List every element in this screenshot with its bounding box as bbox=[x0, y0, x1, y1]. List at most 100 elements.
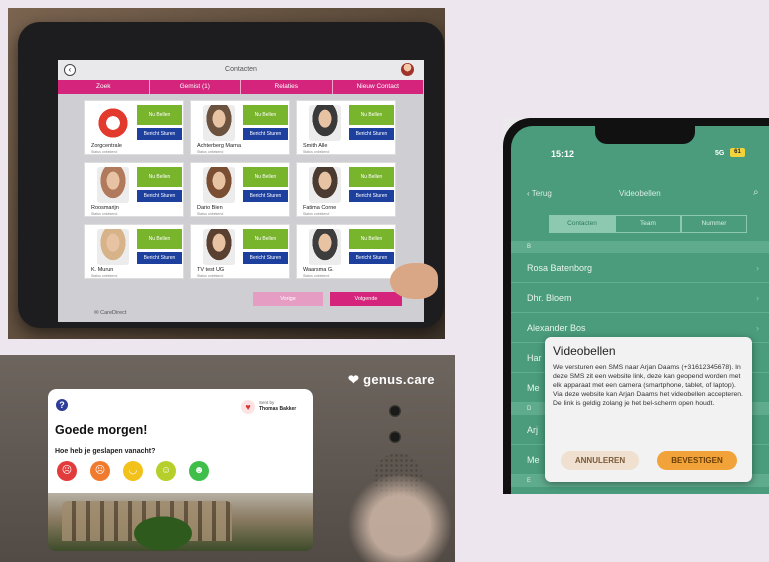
contact-grid: Zorgcentrale Status onbekend Nu Bellen Beri… bbox=[84, 100, 404, 286]
contact-card[interactable]: Achterberg Marna Status onbekend Nu Bellen… bbox=[190, 100, 290, 155]
contact-row[interactable]: Dhr. Bloem › bbox=[511, 283, 769, 313]
sleep-question: Hoe heb je geslapen vanacht? bbox=[55, 448, 156, 455]
send-message-button[interactable]: Bericht Sturen bbox=[349, 128, 394, 140]
neutral-face-icon[interactable]: ◡ bbox=[123, 461, 143, 481]
greeting-card: ? ♥ Sent by Thomas Bakker Goede morgen! … bbox=[48, 389, 313, 493]
send-message-button[interactable]: Bericht Sturen bbox=[243, 252, 288, 264]
caredirect-logo: ✉ CareDirect bbox=[94, 310, 127, 316]
contact-row[interactable]: Rosa Batenborg › bbox=[511, 253, 769, 283]
dialog-title: Videobellen bbox=[553, 344, 616, 358]
send-message-button[interactable]: Bericht Sturen bbox=[137, 190, 182, 202]
contact-photo bbox=[309, 167, 341, 203]
nav-title: Videobellen bbox=[619, 189, 661, 198]
contact-name: Me bbox=[527, 383, 540, 393]
contact-name: Rosa Batenborg bbox=[527, 263, 593, 273]
tab-nieuw-contact[interactable]: Nieuw Contact bbox=[333, 80, 424, 94]
chevron-right-icon: › bbox=[756, 323, 759, 333]
very-sad-face-icon[interactable]: ☹ bbox=[57, 461, 77, 481]
contact-photo bbox=[97, 229, 129, 265]
call-now-button[interactable]: Nu Bellen bbox=[349, 105, 394, 125]
contact-name: Zorgcentrale bbox=[91, 143, 122, 149]
call-now-button[interactable]: Nu Bellen bbox=[349, 167, 394, 187]
contact-name: K. Murun bbox=[91, 267, 114, 273]
palm-image bbox=[118, 507, 208, 551]
contact-name: Achterberg Marna bbox=[197, 143, 242, 149]
send-message-button[interactable]: Bericht Sturen bbox=[349, 252, 394, 264]
contact-name: TV test UG bbox=[197, 267, 225, 273]
call-now-button[interactable]: Nu Bellen bbox=[349, 229, 394, 249]
send-message-button[interactable]: Bericht Sturen bbox=[243, 128, 288, 140]
contact-status: Status onbekend bbox=[91, 150, 118, 154]
back-button[interactable]: ‹ Terug bbox=[527, 189, 552, 198]
sender-heart-icon: ♥ bbox=[241, 400, 255, 414]
segment-contacten[interactable]: Contacten bbox=[549, 215, 615, 233]
tab-gemist[interactable]: Gemist (1) bbox=[150, 80, 241, 94]
segment-nummer[interactable]: Nummer bbox=[681, 215, 747, 233]
contact-card[interactable]: Smith Alle Status onbekend Nu Bellen Berich… bbox=[296, 100, 396, 155]
call-now-button[interactable]: Nu Bellen bbox=[137, 105, 182, 125]
contact-card[interactable]: K. Murun Status onbekend Nu Bellen Bericht … bbox=[84, 224, 184, 279]
contact-photo bbox=[97, 105, 129, 141]
contact-card[interactable]: Roosmarijn Status onbekend Nu Bellen Berich… bbox=[84, 162, 184, 217]
next-page-button[interactable]: Volgende bbox=[330, 292, 402, 306]
send-message-button[interactable]: Bericht Sturen bbox=[137, 128, 182, 140]
segment-team[interactable]: Team bbox=[615, 215, 681, 233]
call-now-button[interactable]: Nu Bellen bbox=[243, 105, 288, 125]
back-label: Terug bbox=[531, 189, 552, 198]
contact-card[interactable]: TV test UG Status onbekend Nu Bellen Berich… bbox=[190, 224, 290, 279]
send-message-button[interactable]: Bericht Sturen bbox=[243, 190, 288, 202]
contact-status: Status onbekend bbox=[303, 212, 330, 216]
back-arrow-icon[interactable]: ‹ bbox=[64, 64, 76, 76]
phone-panel: 15:12 5G 61 ‹ Terug Videobellen ⌕ Contac… bbox=[503, 118, 769, 494]
contact-photo bbox=[203, 167, 235, 203]
call-now-button[interactable]: Nu Bellen bbox=[243, 167, 288, 187]
logo-text: CareDirect bbox=[100, 310, 127, 316]
contact-card[interactable]: Dario Bien Status onbekend Nu Bellen Berich… bbox=[190, 162, 290, 217]
phone-screen: 15:12 5G 61 ‹ Terug Videobellen ⌕ Contac… bbox=[511, 126, 769, 494]
genus-device-panel: ❤ genus.care ? ♥ Sent by Thomas Bakker G… bbox=[0, 355, 455, 562]
genus-heart-icon: ❤ bbox=[348, 372, 360, 387]
tab-zoek[interactable]: Zoek bbox=[58, 80, 150, 94]
contact-card[interactable]: Zorgcentrale Status onbekend Nu Bellen Beri… bbox=[84, 100, 184, 155]
cancel-button[interactable]: ANNULEREN bbox=[561, 451, 639, 470]
finger-photo bbox=[345, 475, 455, 562]
tablet-tab-bar: Zoek Gemist (1) Relaties Nieuw Contact bbox=[58, 80, 424, 94]
call-now-button[interactable]: Nu Bellen bbox=[137, 229, 182, 249]
send-message-button[interactable]: Bericht Sturen bbox=[349, 190, 394, 202]
contact-status: Status onbekend bbox=[197, 274, 224, 278]
chevron-right-icon: › bbox=[756, 293, 759, 303]
tab-relaties[interactable]: Relaties bbox=[241, 80, 333, 94]
contact-card[interactable]: Waarsma G. Status onbekend Nu Bellen Berich… bbox=[296, 224, 396, 279]
contact-name: Roosmarijn bbox=[91, 205, 119, 211]
contact-photo bbox=[309, 229, 341, 265]
chevron-right-icon: › bbox=[756, 263, 759, 273]
happy-face-icon[interactable]: ☻ bbox=[189, 461, 209, 481]
contact-photo bbox=[203, 105, 235, 141]
contact-card[interactable]: Fatima Corne Status onbekend Nu Bellen Beri… bbox=[296, 162, 396, 217]
sad-face-icon[interactable]: ☹ bbox=[90, 461, 110, 481]
section-header-b: B bbox=[511, 241, 769, 253]
tablet-app-title: Contacten bbox=[225, 66, 257, 73]
search-icon[interactable]: ⌕ bbox=[753, 187, 759, 198]
greeting-heading: Goede morgen! bbox=[55, 423, 148, 437]
network-label: 5G bbox=[715, 150, 725, 157]
contact-name: Har bbox=[527, 353, 542, 363]
help-icon[interactable]: ? bbox=[56, 399, 68, 411]
send-message-button[interactable]: Bericht Sturen bbox=[137, 252, 182, 264]
contact-name: Waarsma G. bbox=[303, 267, 334, 273]
contact-status: Status onbekend bbox=[91, 274, 118, 278]
genus-screen: ? ♥ Sent by Thomas Bakker Goede morgen! … bbox=[48, 389, 313, 551]
genus-brand-logo: ❤ genus.care bbox=[348, 372, 435, 388]
user-avatar[interactable] bbox=[401, 63, 414, 76]
confirm-button[interactable]: BEVESTIGEN bbox=[657, 451, 737, 470]
contact-photo bbox=[309, 105, 341, 141]
videobellen-dialog: Videobellen We versturen een SMS naar Ar… bbox=[545, 337, 752, 482]
contact-status: Status onbekend bbox=[197, 150, 224, 154]
smile-face-icon[interactable]: ☺ bbox=[156, 461, 176, 481]
phone-notch bbox=[595, 126, 695, 144]
call-now-button[interactable]: Nu Bellen bbox=[243, 229, 288, 249]
contact-photo bbox=[97, 167, 129, 203]
call-now-button[interactable]: Nu Bellen bbox=[137, 167, 182, 187]
prev-page-button[interactable]: Vorige bbox=[253, 292, 323, 306]
contact-name: Dhr. Bloem bbox=[527, 293, 572, 303]
